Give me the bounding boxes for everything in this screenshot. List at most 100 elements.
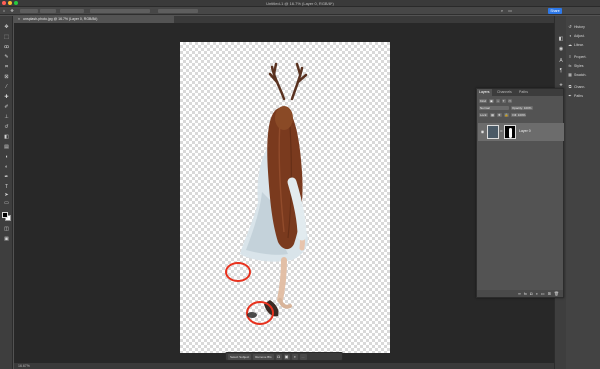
layer-thumbnail	[487, 125, 499, 139]
move-tool-icon[interactable]: ✥	[10, 9, 14, 13]
window-title: Untitled-1 @ 16.7% (Layer 0, RGB/8*)	[266, 1, 334, 6]
blend-mode-dropdown[interactable]: Normal	[479, 105, 509, 110]
layer-mask-thumbnail[interactable]	[504, 125, 516, 139]
link-layers-icon[interactable]: ∞	[518, 291, 521, 296]
layers-panel-footer: ∞ fx ◘ ◑ ▭ ⊞ 🗑	[477, 290, 563, 297]
adjust-icon[interactable]: ◑	[291, 353, 298, 360]
panel-item-adjustments[interactable]: ◑ Adjust.	[568, 33, 598, 39]
lock-pixels-icon[interactable]: ▦	[490, 112, 496, 117]
canvas[interactable]	[180, 42, 390, 353]
panel-item-paths[interactable]: ✒ Paths	[568, 93, 598, 99]
collapsed-panels: ↺ History ◑ Adjust. ☁ Librar. ≡ Propert. fx S…	[566, 16, 600, 369]
add-mask-icon[interactable]: ◘	[530, 291, 532, 296]
libraries-icon: ☁	[568, 42, 572, 47]
foreground-color-swatch[interactable]	[2, 212, 8, 218]
tab-layers[interactable]: Layers	[477, 89, 492, 96]
pen-tool-icon[interactable]: ✒	[3, 174, 10, 180]
history-icon: ↺	[568, 24, 572, 29]
quick-mask-icon[interactable]: ◫	[3, 226, 10, 232]
delete-layer-icon[interactable]: 🗑	[554, 291, 559, 296]
fill-icon[interactable]: ▣	[283, 353, 290, 360]
mask-icon[interactable]: ◘	[275, 353, 282, 360]
group-icon[interactable]: ▭	[541, 291, 545, 296]
document-tab-bar: × unsplash-photo.jpg @ 16.7% (Layer 0, RG…	[14, 16, 554, 23]
layers-panel: Layers Channels Paths Kind ▣ ◑ T ▭ Norma…	[476, 88, 564, 298]
3d-mode-controls[interactable]	[158, 9, 198, 13]
eyedropper-tool-icon[interactable]: ⁄	[3, 84, 10, 90]
navigator-icon[interactable]: ◧	[557, 36, 565, 42]
link-chain-icon[interactable]: ∞	[500, 129, 503, 133]
filter-type-icon[interactable]: T	[501, 98, 506, 103]
properties-icon: ≡	[568, 54, 572, 59]
adjustment-layer-icon[interactable]: ◑	[535, 291, 537, 296]
filter-adjust-icon[interactable]: ◑	[495, 98, 500, 103]
panel-item-channels[interactable]: ⧉ Chann.	[568, 84, 598, 90]
eraser-tool-icon[interactable]: ◧	[3, 134, 10, 140]
panel-item-styles[interactable]: fx Styles	[568, 63, 598, 69]
document-tab[interactable]: × unsplash-photo.jpg @ 16.7% (Layer 0, RG…	[14, 16, 174, 23]
select-subject-button[interactable]: Select Subject	[228, 353, 252, 360]
frame-tool-icon[interactable]: ⊠	[3, 74, 10, 80]
document-workspace	[14, 23, 554, 363]
filter-image-icon[interactable]: ▣	[489, 98, 494, 103]
layer-name[interactable]: Layer 0	[519, 129, 531, 133]
title-bar: Untitled-1 @ 16.7% (Layer 0, RGB/8*)	[0, 0, 600, 7]
panel-item-libraries[interactable]: ☁ Librar.	[568, 42, 598, 48]
crop-tool-icon[interactable]: ⌗	[3, 64, 10, 70]
lock-position-icon[interactable]: ✥	[497, 112, 502, 117]
panel-item-swatches[interactable]: ▦ Swatch.	[568, 72, 598, 78]
panel-item-history[interactable]: ↺ History	[568, 24, 598, 30]
character-icon[interactable]: A	[557, 58, 565, 64]
visibility-eye-icon[interactable]: ◉	[480, 129, 485, 134]
annotation-circle-dress	[225, 262, 251, 282]
path-select-tool-icon[interactable]: ➤	[3, 192, 10, 198]
close-tab-icon[interactable]: ×	[18, 17, 20, 21]
color-icon[interactable]: ◉	[557, 46, 565, 52]
layer-dropdown[interactable]	[40, 9, 56, 13]
panel-item-properties[interactable]: ≡ Propert.	[568, 54, 598, 60]
new-layer-icon[interactable]: ⊞	[548, 291, 551, 296]
canvas-image	[225, 62, 308, 325]
quick-select-tool-icon[interactable]: ✎	[3, 54, 10, 60]
kind-filter-dropdown[interactable]: Kind	[479, 98, 488, 103]
layer-row[interactable]: ◉ ∞ Layer 0	[478, 123, 564, 141]
lasso-tool-icon[interactable]: ꝏ	[3, 44, 10, 50]
auto-select-checkbox[interactable]	[20, 9, 38, 13]
move-tool-icon[interactable]: ✥	[3, 24, 10, 30]
shape-tool-icon[interactable]: ▭	[3, 200, 10, 206]
opacity-field[interactable]: Opacity: 100%	[511, 105, 533, 110]
filter-shape-icon[interactable]: ▭	[507, 98, 513, 103]
home-icon[interactable]: ⌂	[2, 9, 6, 13]
workspace-icon[interactable]: ▭	[508, 9, 512, 13]
dodge-tool-icon[interactable]: ◐	[3, 164, 10, 170]
channels-icon: ⧉	[568, 84, 572, 89]
blur-tool-icon[interactable]: ◖	[3, 154, 10, 160]
healing-brush-tool-icon[interactable]: ✚	[3, 94, 10, 100]
marquee-tool-icon[interactable]: ⬚	[3, 34, 10, 40]
lock-all-icon[interactable]: 🔒	[503, 112, 510, 117]
document-tab-label: unsplash-photo.jpg @ 16.7% (Layer 0, RGB…	[23, 17, 98, 21]
gradient-tool-icon[interactable]: ▤	[3, 144, 10, 150]
share-button[interactable]: Share	[548, 8, 562, 14]
tab-channels[interactable]: Channels	[495, 89, 514, 96]
layer-filter-row: Kind ▣ ◑ T ▭	[479, 98, 563, 103]
remove-background-button[interactable]: Remove BG	[253, 353, 274, 360]
search-icon[interactable]: ⌕	[500, 9, 504, 13]
transform-controls-checkbox[interactable]	[60, 9, 84, 13]
zoom-level[interactable]: 16.67%	[18, 364, 30, 368]
fill-field[interactable]: Fill: 100%	[511, 112, 527, 117]
tab-paths[interactable]: Paths	[517, 89, 530, 96]
layers-panel-header: Layers Channels Paths	[477, 89, 563, 96]
screen-mode-icon[interactable]: ▣	[3, 236, 10, 242]
more-options-button[interactable]: ···	[299, 353, 307, 360]
type-tool-icon[interactable]: T	[3, 184, 10, 190]
brush-tool-icon[interactable]: ✐	[3, 104, 10, 110]
history-brush-tool-icon[interactable]: ↺	[3, 124, 10, 130]
adjust-icon: ◑	[568, 33, 572, 38]
layer-style-icon[interactable]: fx	[524, 291, 527, 296]
styles-icon: fx	[568, 63, 572, 68]
paragraph-icon[interactable]: ¶	[557, 68, 565, 74]
align-controls[interactable]	[90, 9, 150, 13]
clone-stamp-tool-icon[interactable]: ⊥	[3, 114, 10, 120]
tools-panel: ✥ ⬚ ꝏ ✎ ⌗ ⊠ ⁄ ✚ ✐ ⊥ ↺ ◧ ▤ ◖ ◐ ✒ T ➤ ▭ ◫ …	[0, 16, 13, 369]
